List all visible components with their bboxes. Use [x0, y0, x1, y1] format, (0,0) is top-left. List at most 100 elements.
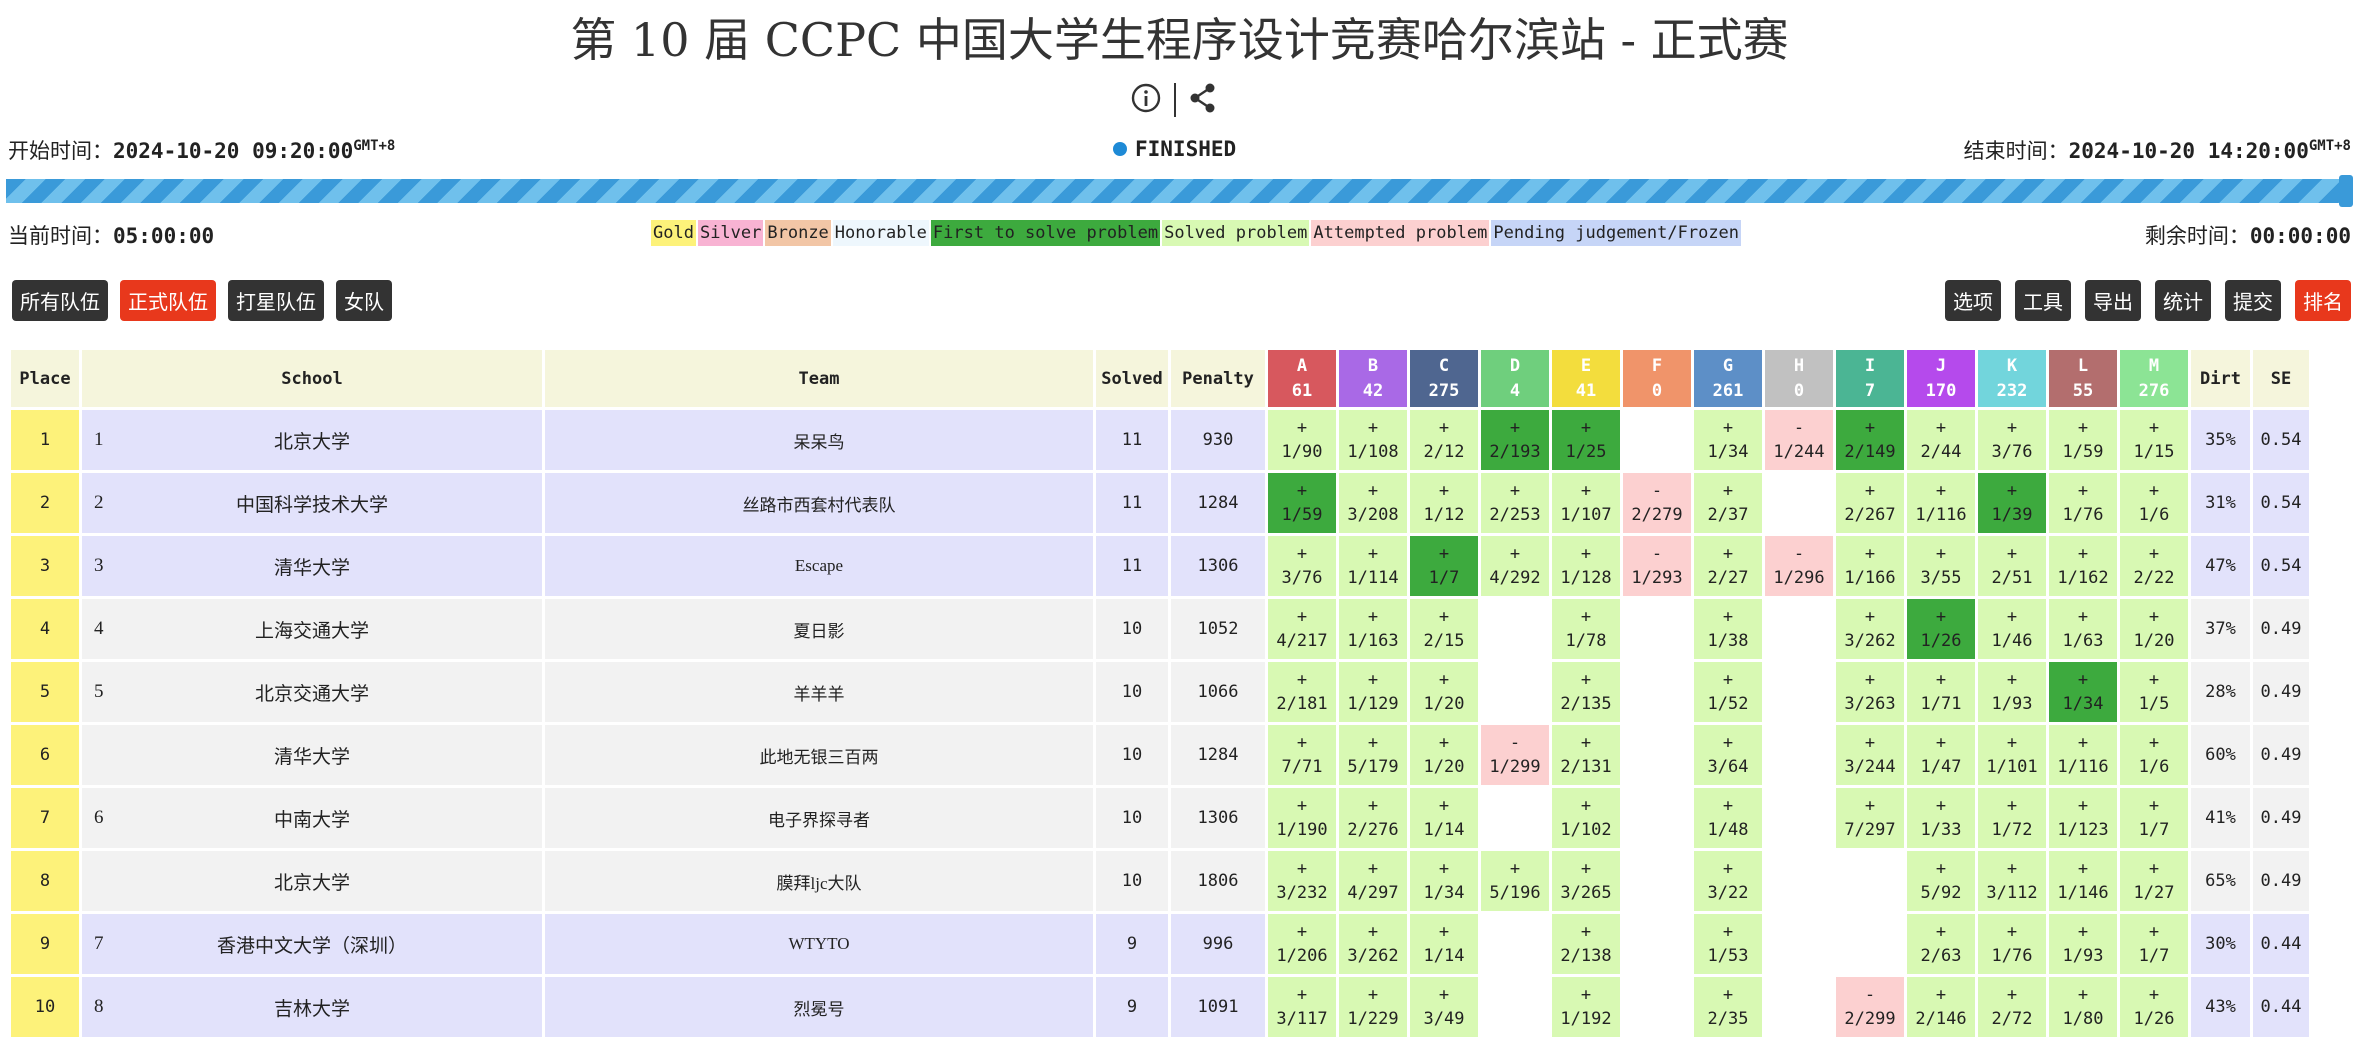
table-row[interactable]: 6 清华大学 此地无银三百两 10 1284 +7/71 +5/179 +1/20-1/299… [11, 725, 2309, 785]
header-se[interactable]: SE [2253, 350, 2309, 407]
problem-cell[interactable]: +5/196 [1481, 851, 1549, 911]
table-row[interactable]: 1 1 北京大学 呆呆鸟 11 930 +1/90 +1/108 +2/12 +2/193 +1/2… [11, 410, 2309, 470]
share-icon[interactable] [1188, 82, 1218, 118]
problem-cell[interactable]: +1/192 [1552, 977, 1620, 1037]
problem-cell[interactable]: +1/78 [1552, 599, 1620, 659]
team-name[interactable]: 电子界探寻者 [545, 788, 1093, 848]
problem-header[interactable]: E 41 [1552, 350, 1620, 407]
problem-cell[interactable]: +1/53 [1694, 914, 1762, 974]
problem-cell[interactable]: +2/22 [2120, 536, 2188, 596]
problem-cell[interactable]: +1/7 [1410, 536, 1478, 596]
table-row[interactable]: 10 8 吉林大学 烈冕号 9 1091 +3/117 +1/229 +3/49 +1/192 +2… [11, 977, 2309, 1037]
problem-cell[interactable] [1623, 851, 1691, 911]
problem-cell[interactable]: +3/64 [1694, 725, 1762, 785]
problem-cell[interactable]: +3/262 [1339, 914, 1407, 974]
problem-cell[interactable]: +2/72 [1978, 977, 2046, 1037]
problem-cell[interactable]: +1/15 [2120, 410, 2188, 470]
problem-cell[interactable]: - 2/299 [1836, 977, 1904, 1037]
problem-cell[interactable] [1765, 473, 1833, 533]
problem-cell[interactable]: +1/229 [1339, 977, 1407, 1037]
problem-cell[interactable]: +2/135 [1552, 662, 1620, 722]
problem-cell[interactable]: +3/262 [1836, 599, 1904, 659]
problem-cell[interactable]: +4/297 [1339, 851, 1407, 911]
problem-cell[interactable]: +1/27 [2120, 851, 2188, 911]
problem-cell[interactable]: +1/7 [2120, 788, 2188, 848]
header-school[interactable]: School [82, 350, 542, 407]
problem-cell[interactable]: +2/193 [1481, 410, 1549, 470]
problem-header[interactable]: D4 [1481, 350, 1549, 407]
problem-cell[interactable]: +1/39 [1978, 473, 2046, 533]
table-row[interactable]: 4 4 上海交通大学 夏日影 10 1052 +4/217 +1/163 +2/15 +1/78 +… [11, 599, 2309, 659]
problem-cell[interactable]: +2/146 [1907, 977, 1975, 1037]
problem-header[interactable]: F0 [1623, 350, 1691, 407]
problem-cell[interactable]: - 1/244 [1765, 410, 1833, 470]
problem-cell[interactable]: +1/20 [1410, 725, 1478, 785]
problem-cell[interactable]: +7/71 [1268, 725, 1336, 785]
filter-button[interactable]: 所有队伍 [12, 280, 108, 321]
problem-cell[interactable]: +7/297 [1836, 788, 1904, 848]
problem-cell[interactable]: +3/232 [1268, 851, 1336, 911]
problem-cell[interactable]: +1/166 [1836, 536, 1904, 596]
problem-cell[interactable]: +2/276 [1339, 788, 1407, 848]
problem-cell[interactable]: +1/33 [1907, 788, 1975, 848]
problem-cell[interactable] [1481, 662, 1549, 722]
progress-handle[interactable] [2339, 175, 2353, 207]
problem-cell[interactable] [1623, 725, 1691, 785]
problem-cell[interactable]: +2/27 [1694, 536, 1762, 596]
problem-cell[interactable] [1623, 914, 1691, 974]
problem-cell[interactable] [1623, 977, 1691, 1037]
table-row[interactable]: 5 5 北京交通大学 羊羊羊 10 1066 +2/181 +1/129 +1/20 +2/135… [11, 662, 2309, 722]
problem-header[interactable]: L 55 [2049, 350, 2117, 407]
problem-cell[interactable]: +3/22 [1694, 851, 1762, 911]
problem-header[interactable]: J 170 [1907, 350, 1975, 407]
problem-cell[interactable]: +1/20 [2120, 599, 2188, 659]
problem-cell[interactable]: +2/12 [1410, 410, 1478, 470]
team-name[interactable]: 夏日影 [545, 599, 1093, 659]
problem-cell[interactable]: +4/217 [1268, 599, 1336, 659]
problem-cell[interactable]: +1/46 [1978, 599, 2046, 659]
problem-cell[interactable]: +1/190 [1268, 788, 1336, 848]
table-row[interactable]: 3 3 清华大学 Escape 11 1306 +3/76 +1/114 +1/7 +4/292 +… [11, 536, 2309, 596]
problem-cell[interactable]: +3/49 [1410, 977, 1478, 1037]
problem-cell[interactable]: +2/149 [1836, 410, 1904, 470]
problem-cell[interactable]: +1/116 [1907, 473, 1975, 533]
problem-cell[interactable]: +1/123 [2049, 788, 2117, 848]
team-name[interactable]: 膜拜ljc大队 [545, 851, 1093, 911]
problem-cell[interactable] [1765, 977, 1833, 1037]
problem-cell[interactable]: +1/26 [2120, 977, 2188, 1037]
problem-cell[interactable]: +1/12 [1410, 473, 1478, 533]
problem-cell[interactable]: +2/15 [1410, 599, 1478, 659]
problem-header[interactable]: M 276 [2120, 350, 2188, 407]
problem-cell[interactable] [1481, 788, 1549, 848]
problem-cell[interactable]: +1/93 [2049, 914, 2117, 974]
problem-cell[interactable]: +2/138 [1552, 914, 1620, 974]
problem-header[interactable]: B 42 [1339, 350, 1407, 407]
problem-header[interactable]: C 275 [1410, 350, 1478, 407]
problem-cell[interactable]: +1/38 [1694, 599, 1762, 659]
problem-cell[interactable] [1623, 788, 1691, 848]
problem-cell[interactable]: +3/117 [1268, 977, 1336, 1037]
toolbar-button[interactable]: 排名 [2295, 280, 2351, 321]
problem-cell[interactable] [1765, 662, 1833, 722]
header-team[interactable]: Team [545, 350, 1093, 407]
header-place[interactable]: Place [11, 350, 79, 407]
problem-cell[interactable]: - 2/279 [1623, 473, 1691, 533]
problem-header[interactable]: H0 [1765, 350, 1833, 407]
problem-cell[interactable]: +1/6 [2120, 473, 2188, 533]
problem-cell[interactable] [1481, 599, 1549, 659]
team-name[interactable]: Escape [545, 536, 1093, 596]
problem-cell[interactable]: +1/80 [2049, 977, 2117, 1037]
problem-cell[interactable] [1481, 977, 1549, 1037]
problem-cell[interactable]: +1/14 [1410, 788, 1478, 848]
filter-button[interactable]: 正式队伍 [120, 280, 216, 321]
header-penalty[interactable]: Penalty [1171, 350, 1265, 407]
problem-cell[interactable]: +1/76 [2049, 473, 2117, 533]
problem-cell[interactable]: +2/51 [1978, 536, 2046, 596]
problem-cell[interactable]: +1/34 [2049, 662, 2117, 722]
problem-cell[interactable]: +2/44 [1907, 410, 1975, 470]
problem-cell[interactable]: +3/265 [1552, 851, 1620, 911]
problem-cell[interactable]: +1/7 [2120, 914, 2188, 974]
problem-cell[interactable]: +2/37 [1694, 473, 1762, 533]
problem-cell[interactable]: - 1/299 [1481, 725, 1549, 785]
team-name[interactable]: 丝路市西套村代表队 [545, 473, 1093, 533]
